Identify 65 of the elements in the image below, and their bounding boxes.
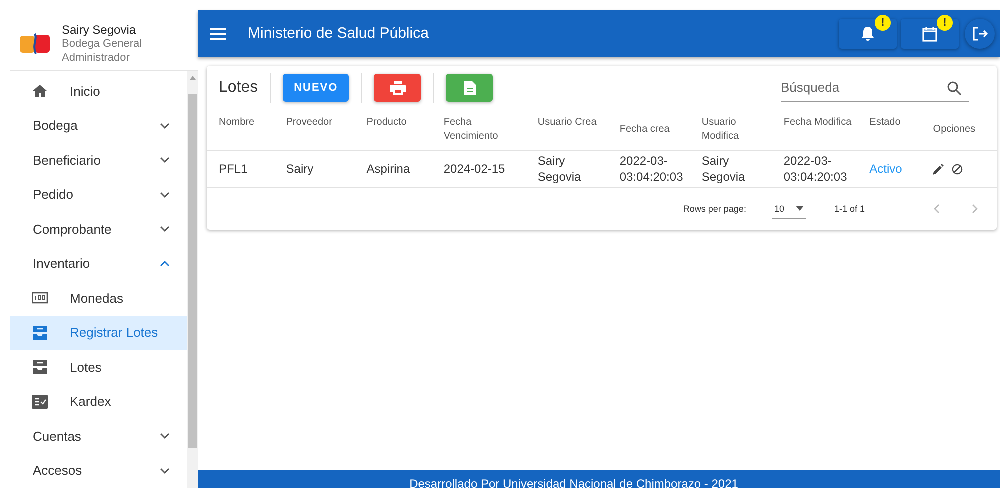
menu-item[interactable]: Inicio (10, 74, 187, 108)
new-button[interactable]: NUEVO (283, 74, 350, 102)
edit-icon[interactable] (933, 164, 944, 174)
document-button[interactable] (446, 74, 494, 102)
table-cell: Sairy Segovia (690, 150, 772, 188)
page-range: 1-1 of 1 (834, 204, 865, 214)
calendar-icon (922, 26, 938, 42)
printer-icon (390, 81, 406, 95)
print-button[interactable] (374, 74, 422, 102)
column-header: Proveedor (274, 110, 355, 150)
scroll-up-icon[interactable] (190, 75, 196, 80)
alert-badge: ! (875, 14, 891, 30)
scrollbar[interactable] (187, 71, 198, 488)
menu-item[interactable]: Registrar Lotes (10, 316, 187, 350)
menu-item[interactable]: Monedas (10, 281, 187, 316)
document-icon (464, 81, 476, 95)
column-header: Producto (354, 110, 432, 150)
home-icon (32, 83, 48, 100)
menu-group[interactable]: Comprobante (10, 212, 187, 246)
logout-icon (972, 26, 988, 42)
menu-item[interactable]: Lotes (10, 350, 187, 384)
column-header: Fecha Vencimiento (432, 110, 526, 150)
table-cell: 2024-02-15 (432, 150, 526, 188)
tray-icon (32, 359, 48, 376)
table-cell: 2022-03-03:04:20:03 (608, 150, 690, 188)
user-name: Sairy Segovia (62, 22, 138, 36)
status-text: Activo (870, 162, 902, 176)
dropdown-caret-icon (796, 206, 804, 211)
menu-group[interactable]: Accesos (10, 454, 187, 488)
rows-per-page-select[interactable]: 10 (772, 200, 806, 218)
alert-badge: ! (937, 14, 953, 30)
table-cell: 2022-03-03:04:20:03 (772, 150, 858, 188)
logo-icon (20, 32, 50, 54)
table-cell: Aspirina (354, 150, 432, 188)
menu-icon[interactable] (210, 26, 226, 40)
menu-group[interactable]: Beneficiario (10, 143, 187, 178)
column-header: Nombre (207, 110, 274, 150)
column-header: Usuario Crea (526, 110, 608, 150)
menu-group[interactable]: Bodega (10, 108, 187, 143)
column-header: Opciones (921, 110, 997, 150)
column-header: Estado (858, 110, 922, 150)
logout-button[interactable] (965, 18, 995, 48)
table-cell: Sairy (274, 150, 355, 188)
user-warehouse: Bodega General (62, 36, 142, 50)
tray-icon (32, 324, 48, 341)
column-header: Fecha crea (608, 110, 690, 150)
menu-group[interactable]: Inventario (10, 246, 187, 281)
card-title: Lotes (219, 73, 272, 103)
table-cell: PFL1 (207, 150, 274, 188)
rows-per-page-label: Rows per page: (683, 204, 746, 214)
column-header: Usuario Modifica (690, 110, 772, 150)
table-cell: Sairy Segovia (526, 150, 608, 188)
search-field[interactable]: Búsqueda (781, 74, 969, 102)
menu-group[interactable]: Pedido (10, 178, 187, 212)
column-header: Fecha Modifica (772, 110, 858, 150)
app-title: Ministerio de Salud Pública (248, 25, 430, 42)
checklist-icon (32, 394, 48, 410)
disable-icon[interactable] (952, 164, 964, 174)
menu-group[interactable]: Cuentas (10, 419, 187, 454)
menu-item[interactable]: Kardex (10, 384, 187, 419)
footer-text: Desarrollado Por Universidad Nacional de Chimborazo - 2021 (410, 477, 738, 488)
counter-icon (32, 290, 48, 306)
user-role: Administrador (62, 50, 131, 64)
bell-icon (860, 26, 876, 42)
search-icon[interactable] (947, 80, 962, 96)
